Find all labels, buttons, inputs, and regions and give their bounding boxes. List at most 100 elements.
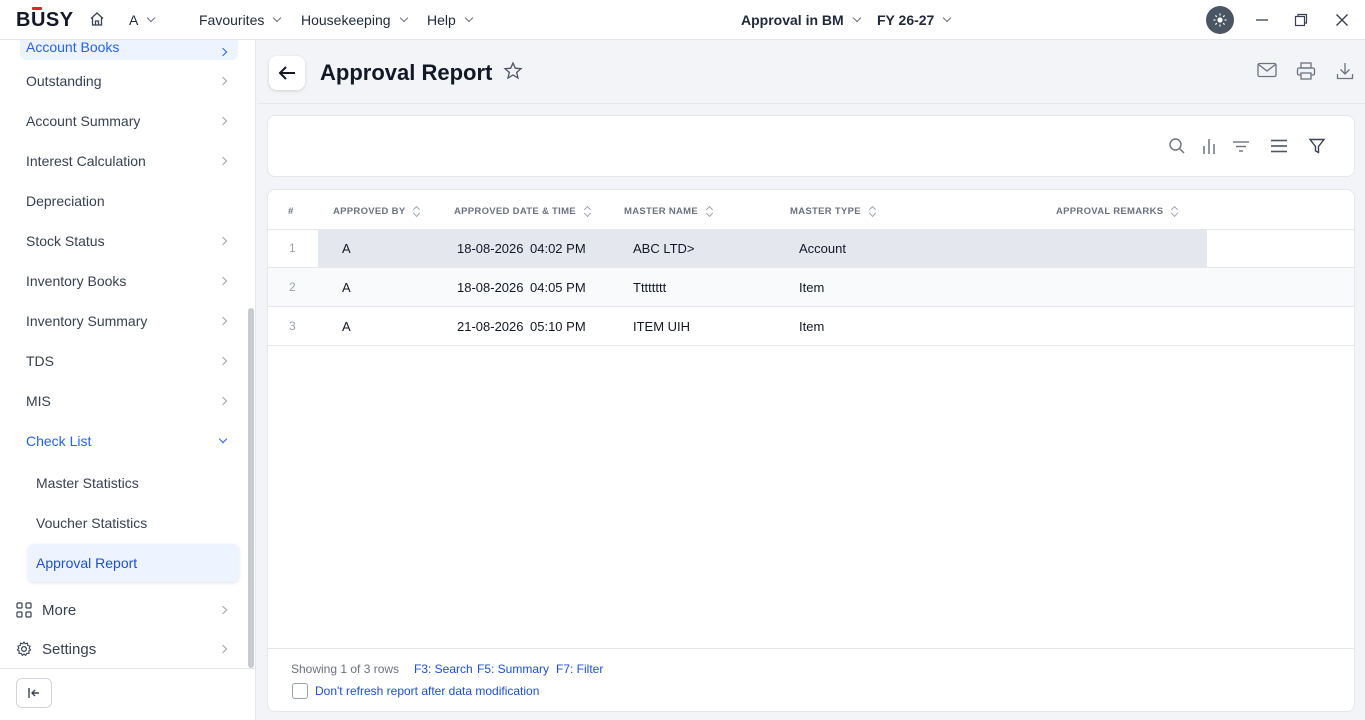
sidebar-item-depreciation[interactable]: Depreciation	[26, 191, 226, 211]
sidebar-item-inventory-books[interactable]: Inventory Books	[26, 271, 228, 291]
row-number: 3	[289, 319, 296, 333]
sidebar-subitem-approval-report[interactable]: Approval Report	[28, 544, 239, 582]
arrow-left-icon	[278, 66, 295, 80]
menu-label: Favourites	[199, 12, 265, 28]
back-button[interactable]	[269, 56, 305, 90]
report-toolbar	[267, 115, 1355, 177]
chevron-down-icon	[218, 434, 228, 444]
column-header-master-name[interactable]: MASTER NAME	[624, 206, 714, 217]
restore-icon[interactable]	[1294, 13, 1308, 27]
sidebar-item-tds[interactable]: TDS	[26, 351, 228, 371]
column-label: APPROVAL REMARKS	[1056, 206, 1164, 217]
mail-icon[interactable]	[1257, 62, 1277, 83]
sidebar-item-stock-status[interactable]: Stock Status	[26, 231, 228, 251]
sidebar-item-label: MIS	[26, 393, 51, 409]
column-label: MASTER NAME	[624, 206, 699, 217]
sidebar-item-interest-calculation[interactable]: Interest Calculation	[26, 151, 228, 171]
master-type-cell: Item	[799, 319, 825, 334]
sidebar-item-settings[interactable]: Settings	[16, 639, 228, 659]
gear-icon	[16, 641, 32, 657]
chevron-right-icon	[218, 356, 228, 366]
filter-funnel-icon[interactable]	[1308, 137, 1326, 160]
sidebar-item-label: Interest Calculation	[26, 153, 146, 169]
chevron-right-icon	[218, 47, 228, 57]
column-header-approval-remarks[interactable]: APPROVAL REMARKS	[1056, 206, 1179, 217]
report-table: # APPROVED BY APPROVED DATE & TIME MASTE…	[267, 189, 1355, 712]
sidebar: Account Books Outstanding Account Summar…	[0, 40, 256, 720]
collapse-left-icon	[28, 688, 39, 698]
row-number: 2	[289, 280, 296, 294]
page-title: Approval Report	[320, 60, 493, 85]
sort-icon	[413, 206, 421, 217]
column-header-master-type[interactable]: MASTER TYPE	[790, 206, 877, 217]
sort-filter-icon[interactable]	[1232, 137, 1250, 160]
search-icon[interactable]	[1168, 137, 1186, 160]
user-label: A	[129, 12, 139, 28]
close-icon[interactable]	[1335, 13, 1349, 27]
chevron-right-icon	[218, 644, 228, 654]
sidebar-item-inventory-summary[interactable]: Inventory Summary	[26, 311, 228, 331]
master-type-cell: Account	[799, 241, 846, 256]
busy-logo[interactable]: BUSY	[16, 9, 74, 32]
column-header-number[interactable]: #	[288, 206, 294, 217]
sidebar-item-label: Inventory Books	[26, 273, 127, 289]
chevron-right-icon	[218, 116, 228, 126]
top-bar: BUSY A Favourites Housekeeping Help Appr…	[0, 0, 1365, 40]
dont-refresh-checkbox[interactable]	[292, 683, 308, 699]
sidebar-scrollbar[interactable]	[248, 308, 254, 668]
sort-icon	[1171, 206, 1179, 217]
row-selection-highlight	[318, 229, 1207, 267]
bar-chart-icon[interactable]	[1201, 137, 1217, 160]
sidebar-item-account-books[interactable]: Account Books	[20, 40, 238, 60]
f5-summary-shortcut[interactable]: F5: Summary	[477, 662, 549, 676]
fy-selector[interactable]: FY 26-27	[877, 12, 952, 28]
chevron-right-icon	[218, 396, 228, 406]
chevron-down-icon	[943, 13, 952, 23]
f7-filter-shortcut[interactable]: F7: Filter	[556, 662, 603, 676]
approved-by-cell: A	[342, 319, 351, 334]
favourite-star-icon[interactable]	[503, 61, 523, 86]
approved-time-cell: 05:10 PM	[530, 319, 586, 334]
approved-date-cell: 21-08-2026	[457, 319, 524, 334]
column-label: APPROVED DATE & TIME	[454, 206, 576, 217]
collapse-sidebar-button[interactable]	[16, 678, 52, 708]
column-label: #	[288, 206, 294, 217]
master-type-cell: Item	[799, 280, 825, 295]
sidebar-item-account-summary[interactable]: Account Summary	[26, 111, 228, 131]
company-selector[interactable]: Approval in BM	[741, 12, 861, 28]
menu-housekeeping[interactable]: Housekeeping	[301, 12, 408, 28]
column-header-approved-date-time[interactable]: APPROVED DATE & TIME	[454, 206, 592, 217]
chevron-down-icon	[399, 13, 408, 23]
table-row[interactable]: 1 A 18-08-2026 04:02 PM ABC LTD> Account	[268, 229, 1354, 268]
menu-help[interactable]: Help	[427, 12, 474, 28]
table-row[interactable]: 2 A 18-08-2026 04:05 PM Tttttttt Item	[268, 268, 1354, 307]
sidebar-subitem-voucher-statistics[interactable]: Voucher Statistics	[36, 515, 147, 531]
print-icon[interactable]	[1296, 62, 1316, 85]
download-icon[interactable]	[1336, 62, 1354, 85]
column-label: MASTER TYPE	[790, 206, 861, 217]
sidebar-item-label: More	[42, 601, 77, 619]
dont-refresh-label[interactable]: Don't refresh report after data modifica…	[315, 684, 539, 698]
f3-search-shortcut[interactable]: F3: Search	[414, 662, 473, 676]
sidebar-item-check-list[interactable]: Check List	[26, 431, 228, 451]
sidebar-item-outstanding[interactable]: Outstanding	[26, 71, 228, 91]
theme-toggle-button[interactable]	[1206, 6, 1234, 34]
sidebar-subitem-master-statistics[interactable]: Master Statistics	[36, 475, 139, 491]
sidebar-item-mis[interactable]: MIS	[26, 391, 228, 411]
chevron-down-icon	[852, 13, 861, 23]
master-name-cell: ABC LTD>	[633, 241, 695, 256]
chevron-right-icon	[218, 76, 228, 86]
footer-divider	[268, 648, 1354, 649]
sidebar-item-label: Depreciation	[26, 193, 105, 209]
user-menu[interactable]: A	[129, 12, 156, 28]
menu-favourites[interactable]: Favourites	[199, 12, 282, 28]
minimize-icon[interactable]	[1255, 13, 1269, 27]
sidebar-item-more[interactable]: More	[16, 600, 228, 620]
table-row[interactable]: 3 A 21-08-2026 05:10 PM ITEM UIH Item	[268, 307, 1354, 346]
company-label: Approval in BM	[741, 12, 844, 28]
home-icon[interactable]	[89, 11, 105, 27]
sidebar-item-label: Settings	[42, 640, 97, 658]
column-header-approved-by[interactable]: APPROVED BY	[333, 206, 421, 217]
fy-label: FY 26-27	[877, 12, 935, 28]
menu-lines-icon[interactable]	[1270, 137, 1288, 160]
